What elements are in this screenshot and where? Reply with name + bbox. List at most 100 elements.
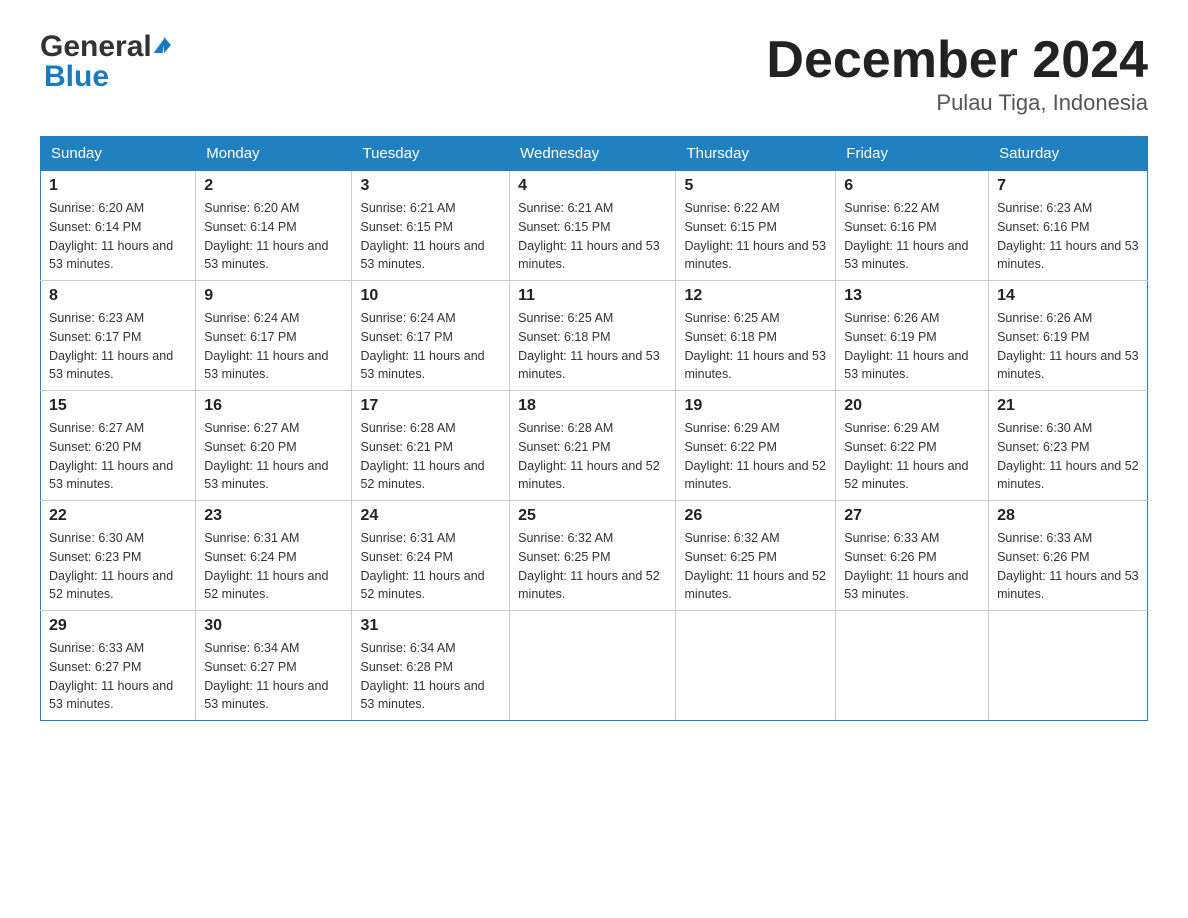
calendar-week-5: 29 Sunrise: 6:33 AM Sunset: 6:27 PM Dayl… bbox=[41, 611, 1148, 721]
day-number: 17 bbox=[360, 397, 501, 415]
calendar-cell: 8 Sunrise: 6:23 AM Sunset: 6:17 PM Dayli… bbox=[41, 281, 196, 391]
day-number: 18 bbox=[518, 397, 667, 415]
calendar-cell: 10 Sunrise: 6:24 AM Sunset: 6:17 PM Dayl… bbox=[352, 281, 510, 391]
day-number: 21 bbox=[997, 397, 1139, 415]
calendar-cell: 31 Sunrise: 6:34 AM Sunset: 6:28 PM Dayl… bbox=[352, 611, 510, 721]
calendar-cell: 28 Sunrise: 6:33 AM Sunset: 6:26 PM Dayl… bbox=[989, 501, 1148, 611]
month-title: December 2024 bbox=[766, 30, 1148, 90]
day-number: 3 bbox=[360, 177, 501, 195]
day-number: 26 bbox=[684, 507, 827, 525]
day-info: Sunrise: 6:23 AM Sunset: 6:16 PM Dayligh… bbox=[997, 199, 1139, 274]
col-friday: Friday bbox=[836, 137, 989, 171]
calendar-cell: 19 Sunrise: 6:29 AM Sunset: 6:22 PM Dayl… bbox=[676, 391, 836, 501]
day-info: Sunrise: 6:24 AM Sunset: 6:17 PM Dayligh… bbox=[360, 309, 501, 384]
day-number: 13 bbox=[844, 287, 980, 305]
day-number: 23 bbox=[204, 507, 343, 525]
day-info: Sunrise: 6:21 AM Sunset: 6:15 PM Dayligh… bbox=[518, 199, 667, 274]
calendar-cell: 16 Sunrise: 6:27 AM Sunset: 6:20 PM Dayl… bbox=[196, 391, 352, 501]
col-sunday: Sunday bbox=[41, 137, 196, 171]
calendar-cell: 13 Sunrise: 6:26 AM Sunset: 6:19 PM Dayl… bbox=[836, 281, 989, 391]
calendar-cell: 29 Sunrise: 6:33 AM Sunset: 6:27 PM Dayl… bbox=[41, 611, 196, 721]
calendar-cell: 27 Sunrise: 6:33 AM Sunset: 6:26 PM Dayl… bbox=[836, 501, 989, 611]
day-info: Sunrise: 6:30 AM Sunset: 6:23 PM Dayligh… bbox=[49, 529, 187, 604]
col-saturday: Saturday bbox=[989, 137, 1148, 171]
col-wednesday: Wednesday bbox=[510, 137, 676, 171]
day-number: 4 bbox=[518, 177, 667, 195]
day-info: Sunrise: 6:33 AM Sunset: 6:26 PM Dayligh… bbox=[844, 529, 980, 604]
day-info: Sunrise: 6:33 AM Sunset: 6:27 PM Dayligh… bbox=[49, 639, 187, 714]
calendar-cell: 20 Sunrise: 6:29 AM Sunset: 6:22 PM Dayl… bbox=[836, 391, 989, 501]
day-info: Sunrise: 6:29 AM Sunset: 6:22 PM Dayligh… bbox=[844, 419, 980, 494]
day-info: Sunrise: 6:25 AM Sunset: 6:18 PM Dayligh… bbox=[518, 309, 667, 384]
day-info: Sunrise: 6:21 AM Sunset: 6:15 PM Dayligh… bbox=[360, 199, 501, 274]
calendar-cell: 26 Sunrise: 6:32 AM Sunset: 6:25 PM Dayl… bbox=[676, 501, 836, 611]
calendar-cell: 3 Sunrise: 6:21 AM Sunset: 6:15 PM Dayli… bbox=[352, 171, 510, 281]
calendar-cell: 30 Sunrise: 6:34 AM Sunset: 6:27 PM Dayl… bbox=[196, 611, 352, 721]
calendar-cell: 21 Sunrise: 6:30 AM Sunset: 6:23 PM Dayl… bbox=[989, 391, 1148, 501]
logo-blue: Blue bbox=[44, 60, 109, 93]
day-info: Sunrise: 6:22 AM Sunset: 6:16 PM Dayligh… bbox=[844, 199, 980, 274]
calendar-header-row: Sunday Monday Tuesday Wednesday Thursday… bbox=[41, 137, 1148, 171]
day-number: 27 bbox=[844, 507, 980, 525]
day-number: 12 bbox=[684, 287, 827, 305]
calendar-cell bbox=[989, 611, 1148, 721]
calendar-cell: 25 Sunrise: 6:32 AM Sunset: 6:25 PM Dayl… bbox=[510, 501, 676, 611]
day-number: 10 bbox=[360, 287, 501, 305]
calendar-cell: 2 Sunrise: 6:20 AM Sunset: 6:14 PM Dayli… bbox=[196, 171, 352, 281]
day-info: Sunrise: 6:28 AM Sunset: 6:21 PM Dayligh… bbox=[518, 419, 667, 494]
calendar-cell: 14 Sunrise: 6:26 AM Sunset: 6:19 PM Dayl… bbox=[989, 281, 1148, 391]
col-thursday: Thursday bbox=[676, 137, 836, 171]
calendar-cell bbox=[676, 611, 836, 721]
day-number: 25 bbox=[518, 507, 667, 525]
col-tuesday: Tuesday bbox=[352, 137, 510, 171]
day-info: Sunrise: 6:26 AM Sunset: 6:19 PM Dayligh… bbox=[997, 309, 1139, 384]
page-header: General Blue December 2024 Pulau Tiga, I… bbox=[40, 30, 1148, 116]
day-number: 28 bbox=[997, 507, 1139, 525]
day-number: 15 bbox=[49, 397, 187, 415]
day-number: 24 bbox=[360, 507, 501, 525]
day-info: Sunrise: 6:24 AM Sunset: 6:17 PM Dayligh… bbox=[204, 309, 343, 384]
day-info: Sunrise: 6:32 AM Sunset: 6:25 PM Dayligh… bbox=[684, 529, 827, 604]
day-number: 9 bbox=[204, 287, 343, 305]
day-number: 7 bbox=[997, 177, 1139, 195]
day-info: Sunrise: 6:33 AM Sunset: 6:26 PM Dayligh… bbox=[997, 529, 1139, 604]
day-info: Sunrise: 6:32 AM Sunset: 6:25 PM Dayligh… bbox=[518, 529, 667, 604]
day-info: Sunrise: 6:30 AM Sunset: 6:23 PM Dayligh… bbox=[997, 419, 1139, 494]
day-info: Sunrise: 6:27 AM Sunset: 6:20 PM Dayligh… bbox=[204, 419, 343, 494]
day-number: 20 bbox=[844, 397, 980, 415]
day-info: Sunrise: 6:34 AM Sunset: 6:28 PM Dayligh… bbox=[360, 639, 501, 714]
day-number: 11 bbox=[518, 287, 667, 305]
location-title: Pulau Tiga, Indonesia bbox=[766, 90, 1148, 116]
day-info: Sunrise: 6:31 AM Sunset: 6:24 PM Dayligh… bbox=[204, 529, 343, 604]
day-info: Sunrise: 6:23 AM Sunset: 6:17 PM Dayligh… bbox=[49, 309, 187, 384]
day-number: 16 bbox=[204, 397, 343, 415]
calendar-cell: 17 Sunrise: 6:28 AM Sunset: 6:21 PM Dayl… bbox=[352, 391, 510, 501]
day-number: 22 bbox=[49, 507, 187, 525]
day-info: Sunrise: 6:26 AM Sunset: 6:19 PM Dayligh… bbox=[844, 309, 980, 384]
day-number: 30 bbox=[204, 617, 343, 635]
calendar-cell: 24 Sunrise: 6:31 AM Sunset: 6:24 PM Dayl… bbox=[352, 501, 510, 611]
logo-general: General bbox=[40, 30, 152, 64]
calendar-cell bbox=[836, 611, 989, 721]
logo: General Blue bbox=[40, 30, 171, 94]
calendar-cell: 12 Sunrise: 6:25 AM Sunset: 6:18 PM Dayl… bbox=[676, 281, 836, 391]
calendar-table: Sunday Monday Tuesday Wednesday Thursday… bbox=[40, 136, 1148, 721]
title-section: December 2024 Pulau Tiga, Indonesia bbox=[766, 30, 1148, 116]
day-number: 31 bbox=[360, 617, 501, 635]
col-monday: Monday bbox=[196, 137, 352, 171]
day-info: Sunrise: 6:25 AM Sunset: 6:18 PM Dayligh… bbox=[684, 309, 827, 384]
day-number: 5 bbox=[684, 177, 827, 195]
day-info: Sunrise: 6:28 AM Sunset: 6:21 PM Dayligh… bbox=[360, 419, 501, 494]
calendar-cell: 18 Sunrise: 6:28 AM Sunset: 6:21 PM Dayl… bbox=[510, 391, 676, 501]
calendar-cell: 5 Sunrise: 6:22 AM Sunset: 6:15 PM Dayli… bbox=[676, 171, 836, 281]
calendar-cell: 4 Sunrise: 6:21 AM Sunset: 6:15 PM Dayli… bbox=[510, 171, 676, 281]
day-info: Sunrise: 6:20 AM Sunset: 6:14 PM Dayligh… bbox=[204, 199, 343, 274]
calendar-week-1: 1 Sunrise: 6:20 AM Sunset: 6:14 PM Dayli… bbox=[41, 171, 1148, 281]
calendar-cell: 9 Sunrise: 6:24 AM Sunset: 6:17 PM Dayli… bbox=[196, 281, 352, 391]
day-info: Sunrise: 6:34 AM Sunset: 6:27 PM Dayligh… bbox=[204, 639, 343, 714]
day-info: Sunrise: 6:29 AM Sunset: 6:22 PM Dayligh… bbox=[684, 419, 827, 494]
calendar-cell: 22 Sunrise: 6:30 AM Sunset: 6:23 PM Dayl… bbox=[41, 501, 196, 611]
day-number: 1 bbox=[49, 177, 187, 195]
day-number: 6 bbox=[844, 177, 980, 195]
calendar-week-3: 15 Sunrise: 6:27 AM Sunset: 6:20 PM Dayl… bbox=[41, 391, 1148, 501]
